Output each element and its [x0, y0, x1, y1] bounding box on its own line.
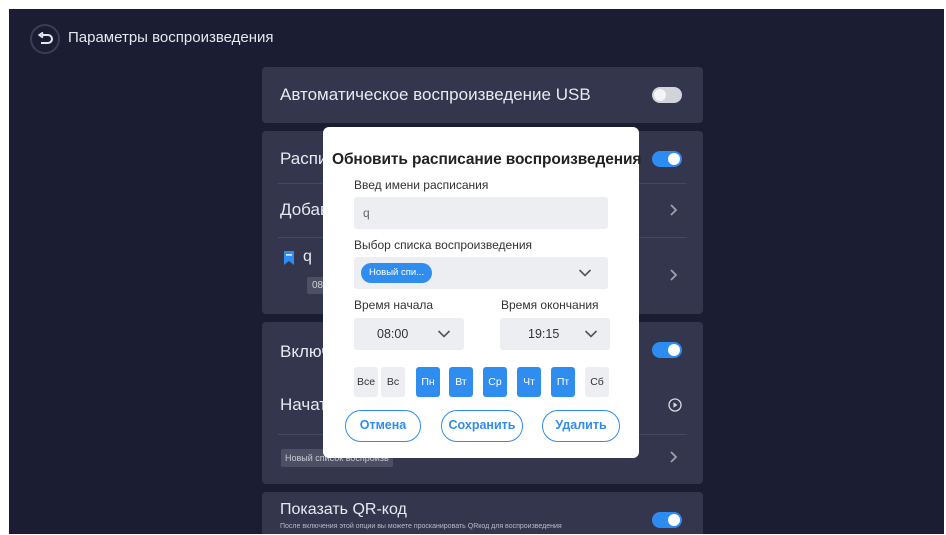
delete-button[interactable]: Удалить — [542, 410, 620, 442]
dialog-title: Обновить расписание воспроизведения — [332, 151, 642, 168]
playlist-label: Выбор списка воспроизведения — [354, 238, 533, 252]
weekday-0-button[interactable]: Все — [354, 367, 378, 397]
cancel-button[interactable]: Отмена — [345, 410, 421, 442]
qr-card: Показать QR-код После включения этой опц… — [262, 492, 703, 534]
usb-autoplay-label: Автоматическое воспроизведение USB — [280, 85, 591, 104]
usb-autoplay-card: Автоматическое воспроизведение USB — [262, 67, 703, 123]
weekday-3-button[interactable]: Вт — [449, 367, 473, 397]
weekday-4-button[interactable]: Ср — [483, 367, 507, 397]
schedule-name-input[interactable] — [354, 197, 608, 229]
chevron-right-icon — [670, 269, 678, 281]
chevron-right-icon[interactable] — [666, 450, 680, 464]
chevron-down-icon — [437, 330, 451, 338]
weekday-2-button[interactable]: Пн — [416, 367, 440, 397]
qr-toggle[interactable] — [652, 512, 682, 528]
schedule-toggle[interactable] — [652, 151, 682, 167]
start-time-value: 08:00 — [377, 327, 409, 341]
chevron-down-icon — [584, 330, 598, 338]
playlist-chip[interactable]: Новый спи... — [361, 263, 433, 283]
return-icon — [37, 32, 53, 44]
end-time-label: Время окончания — [501, 298, 599, 312]
back-button[interactable] — [30, 24, 60, 54]
schedule-entry-name: q — [303, 248, 312, 265]
start-time-select[interactable]: 08:00 — [354, 318, 464, 350]
weekday-5-button[interactable]: Чт — [517, 367, 541, 397]
name-label: Введ имени расписания — [354, 178, 489, 192]
page-title: Параметры воспроизведения — [68, 29, 274, 46]
qr-hint: После включения этой опции вы можете про… — [280, 523, 562, 530]
playlist-select[interactable]: Новый спи... — [354, 257, 608, 289]
bookmark-icon — [284, 251, 294, 265]
screen: Параметры воспроизведения Автоматическое… — [9, 9, 944, 534]
start-time-label: Время начала — [354, 298, 434, 312]
usb-autoplay-toggle[interactable] — [652, 87, 682, 103]
power-on-toggle[interactable] — [652, 342, 682, 358]
update-schedule-dialog: Обновить расписание воспроизведения Введ… — [323, 127, 642, 458]
qr-label: Показать QR-код — [280, 501, 407, 518]
weekday-1-button[interactable]: Вс — [381, 367, 405, 397]
chevron-right-icon — [670, 204, 678, 216]
weekday-6-button[interactable]: Пт — [551, 367, 575, 397]
end-time-select[interactable]: 19:15 — [500, 318, 610, 350]
chevron-down-icon — [578, 269, 592, 277]
weekday-7-button[interactable]: Сб — [585, 367, 609, 397]
play-circle-icon[interactable] — [668, 398, 682, 412]
end-time-value: 19:15 — [528, 327, 560, 341]
save-button[interactable]: Сохранить — [441, 410, 523, 442]
